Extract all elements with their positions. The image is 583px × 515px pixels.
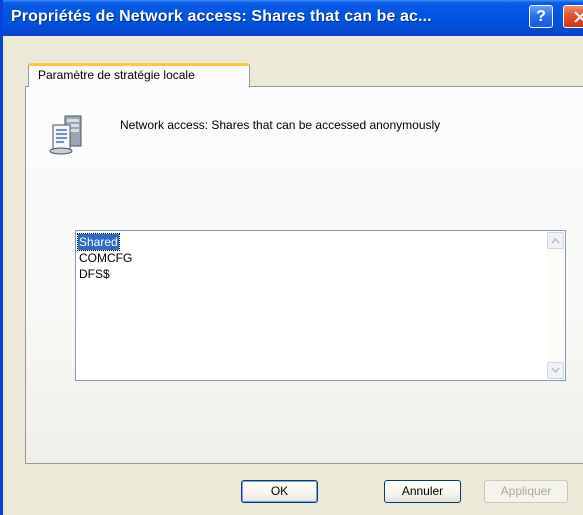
list-item[interactable]: COMCFG (79, 250, 132, 266)
shares-listbox[interactable]: Shared COMCFG DFS$ (75, 230, 566, 381)
title-bar[interactable]: Propriétés de Network access: Shares tha… (3, 0, 583, 36)
list-item[interactable]: DFS$ (79, 266, 132, 282)
window-title: Propriétés de Network access: Shares tha… (11, 8, 432, 25)
policy-server-icon (49, 115, 82, 155)
list-item[interactable]: Shared (77, 233, 120, 251)
tab-label: Paramètre de stratégie locale (38, 68, 195, 82)
help-button[interactable]: ? (529, 5, 553, 28)
apply-button[interactable]: Appliquer (484, 480, 568, 503)
ok-button[interactable]: OK (241, 480, 318, 503)
policy-title: Network access: Shares that can be acces… (120, 118, 441, 132)
vertical-scrollbar[interactable] (547, 232, 564, 379)
scroll-up-arrow-icon[interactable] (547, 232, 564, 249)
scroll-down-arrow-icon[interactable] (547, 362, 564, 379)
properties-dialog: Propriétés de Network access: Shares tha… (0, 0, 583, 515)
cancel-button[interactable]: Annuler (384, 480, 461, 503)
close-button[interactable] (563, 5, 583, 28)
tab-local-policy-setting[interactable]: Paramètre de stratégie locale (28, 63, 250, 87)
